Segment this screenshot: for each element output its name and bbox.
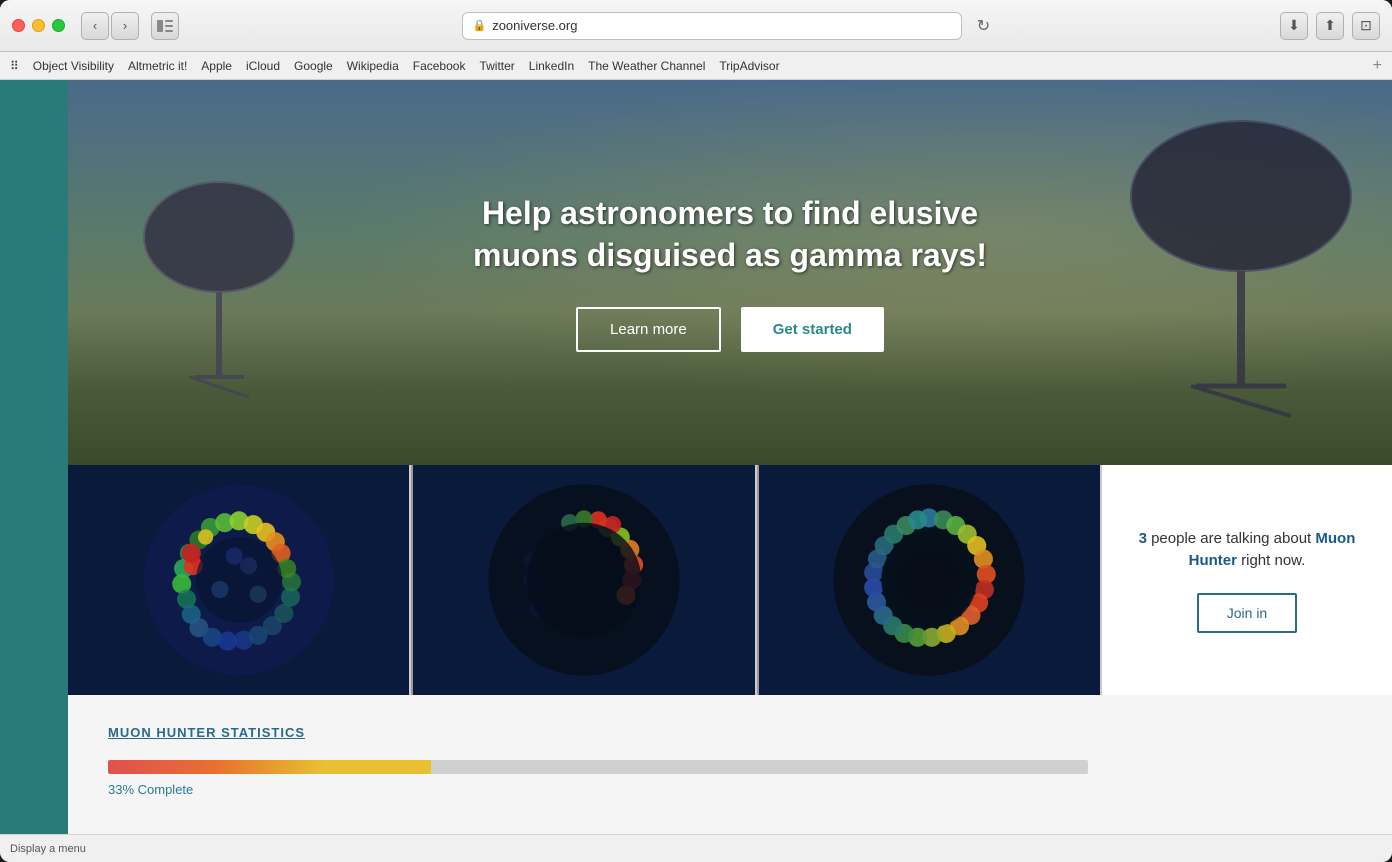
muon-hex-1: hex grid 1 xyxy=(134,475,344,685)
telescope-right-decoration xyxy=(1116,116,1366,446)
close-button[interactable] xyxy=(12,19,25,32)
titlebar: ‹ › 🔒 zooniverse.org ↻ ⬇ ⬆ ⊡ xyxy=(0,0,1392,52)
back-button[interactable]: ‹ xyxy=(81,12,109,40)
new-tab-button[interactable]: ⊡ xyxy=(1352,12,1380,40)
bookmark-weather-channel[interactable]: The Weather Channel xyxy=(588,59,705,73)
muon-hex-2 xyxy=(479,475,689,685)
status-bar: Display a menu xyxy=(0,834,1392,862)
bookmark-wikipedia[interactable]: Wikipedia xyxy=(347,59,399,73)
bookmark-linkedin[interactable]: LinkedIn xyxy=(529,59,574,73)
maximize-button[interactable] xyxy=(52,19,65,32)
add-bookmark-button[interactable]: + xyxy=(1373,57,1382,75)
progress-bar-container xyxy=(108,760,1088,774)
bookmark-google[interactable]: Google xyxy=(294,59,333,73)
bookmark-altmetric[interactable]: Altmetric it! xyxy=(128,59,187,73)
progress-label: 33% Complete xyxy=(108,782,1352,797)
lock-icon: 🔒 xyxy=(473,19,487,32)
muon-image-3 xyxy=(759,465,1102,695)
hero-buttons: Learn more Get started xyxy=(430,307,1030,352)
statistics-section: MUON HUNTER STATISTICS 33% Complete xyxy=(68,695,1392,827)
stats-title[interactable]: MUON HUNTER STATISTICS xyxy=(108,725,1352,740)
sidebar-toggle-button[interactable] xyxy=(151,12,179,40)
project-name: Muon Hunter xyxy=(1189,530,1356,570)
hero-section: Help astronomers to find elusive muons d… xyxy=(68,80,1392,465)
reload-button[interactable]: ↻ xyxy=(970,12,998,40)
join-in-button[interactable]: Join in xyxy=(1197,593,1297,633)
download-button[interactable]: ⬇ xyxy=(1280,12,1308,40)
url-bar-area: 🔒 zooniverse.org ↻ xyxy=(187,12,1272,40)
url-bar[interactable]: 🔒 zooniverse.org xyxy=(462,12,962,40)
learn-more-button[interactable]: Learn more xyxy=(576,307,721,352)
hero-title: Help astronomers to find elusive muons d… xyxy=(430,193,1030,276)
bookmark-object-visibility[interactable]: Object Visibility xyxy=(33,59,114,73)
status-text: Display a menu xyxy=(10,843,86,855)
social-count: 3 xyxy=(1139,530,1147,547)
bookmark-twitter[interactable]: Twitter xyxy=(479,59,514,73)
bookmark-icloud[interactable]: iCloud xyxy=(246,59,280,73)
nav-arrows: ‹ › xyxy=(81,12,139,40)
page-content: Help astronomers to find elusive muons d… xyxy=(68,80,1392,834)
url-text: zooniverse.org xyxy=(492,18,577,33)
bookmark-grid-icon[interactable]: ⠿ xyxy=(10,59,19,73)
bookmark-apple[interactable]: Apple xyxy=(201,59,232,73)
traffic-lights xyxy=(12,19,65,32)
browser-window: ‹ › 🔒 zooniverse.org ↻ ⬇ ⬆ ⊡ ⠿ Object Vi… xyxy=(0,0,1392,862)
social-talking-text: 3 people are talking about Muon Hunter r… xyxy=(1122,528,1372,573)
get-started-button[interactable]: Get started xyxy=(741,307,884,352)
browser-content: Help astronomers to find elusive muons d… xyxy=(0,80,1392,834)
progress-bar-fill xyxy=(108,760,431,774)
muon-image-2 xyxy=(413,465,756,695)
browser-sidebar xyxy=(0,80,68,834)
forward-button[interactable]: › xyxy=(111,12,139,40)
telescope-left-decoration xyxy=(134,177,304,427)
bookmark-tripadvisor[interactable]: TripAdvisor xyxy=(719,59,779,73)
muon-image-1: hex grid 1 xyxy=(68,465,411,695)
social-panel: 3 people are talking about Muon Hunter r… xyxy=(1102,465,1392,695)
bookmark-facebook[interactable]: Facebook xyxy=(413,59,466,73)
bookmarks-bar: ⠿ Object Visibility Altmetric it! Apple … xyxy=(0,52,1392,80)
muon-hex-3 xyxy=(824,475,1034,685)
muon-images-section: hex grid 1 xyxy=(68,465,1392,695)
minimize-button[interactable] xyxy=(32,19,45,32)
toolbar-right: ⬇ ⬆ ⊡ xyxy=(1280,12,1380,40)
share-button[interactable]: ⬆ xyxy=(1316,12,1344,40)
hero-content: Help astronomers to find elusive muons d… xyxy=(430,193,1030,351)
